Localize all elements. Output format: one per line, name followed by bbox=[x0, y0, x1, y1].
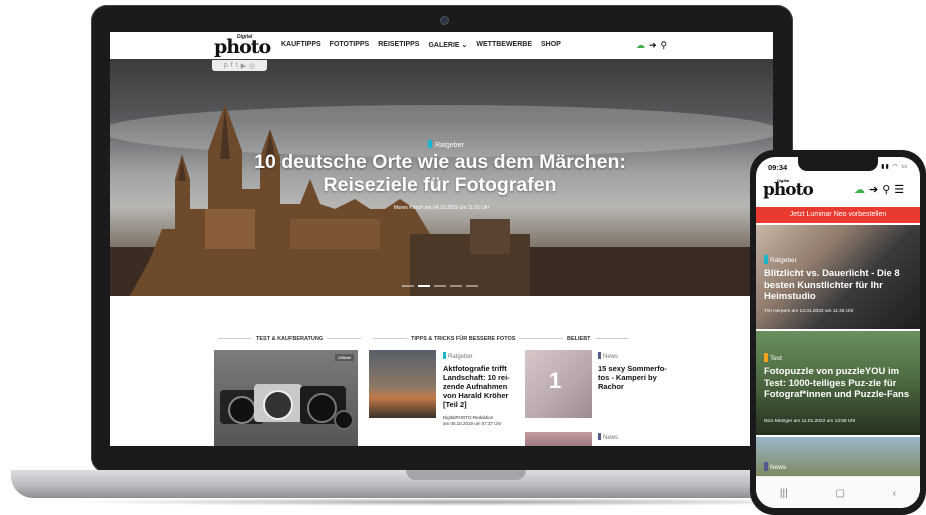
header-icons: ☁ ➔ ⚲ bbox=[636, 40, 667, 50]
nav-item-shop[interactable]: SHOP bbox=[541, 41, 561, 49]
card2-meta: Nico Metzger am 11.01.2022 um 13:55 Uhr bbox=[764, 419, 856, 424]
article4-category-label: News bbox=[603, 435, 619, 441]
category-marker-icon bbox=[764, 353, 768, 362]
mobile-header-icons: ☁ ➔ ⚲ ☰ bbox=[854, 184, 904, 196]
hero-category[interactable]: Ratgeber bbox=[428, 140, 464, 149]
twitter-icon[interactable]: t bbox=[236, 62, 238, 69]
card3-category-label: News bbox=[770, 464, 787, 471]
slider-dot[interactable] bbox=[434, 285, 446, 287]
nav-item-fototipps[interactable]: FOTOTIPPS bbox=[330, 41, 370, 49]
laptop-shadow bbox=[60, 498, 870, 506]
status-time: 09:34 bbox=[768, 163, 788, 172]
cloud-upload-icon[interactable]: ☁ bbox=[636, 40, 645, 50]
nav-item-kauftipps[interactable]: KAUFTIPPS bbox=[281, 41, 321, 49]
slider-dot-active[interactable] bbox=[418, 285, 430, 287]
card1-meta: Tim Herpers am 13.01.2022 um 11:45 Uhr bbox=[764, 309, 854, 314]
article2-date: am 05.10.2019 um 07:37 Uhr bbox=[443, 421, 502, 426]
category-marker-icon bbox=[764, 462, 768, 471]
category-marker-icon bbox=[764, 255, 768, 264]
hero-title[interactable]: 10 deutsche Orte wie aus dem Märchen: Rei… bbox=[200, 151, 680, 197]
card1-category-label: Ratgeber bbox=[770, 257, 797, 264]
mobile-article-card[interactable]: News bbox=[756, 437, 920, 476]
social-bar: p f t ▶ ◎ bbox=[212, 60, 267, 71]
article3-category[interactable]: News bbox=[598, 352, 618, 360]
pinterest-icon[interactable]: p bbox=[224, 62, 228, 69]
beliebt-thumbnail[interactable]: 1 bbox=[525, 350, 592, 418]
promo-banner[interactable]: Jetzt Luminar Neo vorbestellen bbox=[756, 207, 920, 223]
article4-category[interactable]: News bbox=[598, 433, 618, 441]
slider-dot[interactable] bbox=[450, 285, 462, 287]
mobile-article-card[interactable]: Test Fotopuzzle von puzzleYOU im Test: 1… bbox=[756, 331, 920, 435]
article2-title[interactable]: Aktfotografie trifft Landschaft: 10 rei-… bbox=[443, 364, 517, 409]
search-icon[interactable]: ⚲ bbox=[661, 40, 668, 50]
card2-category[interactable]: Test bbox=[764, 353, 782, 362]
desktop-website: Digital photo KAUFTIPPS FOTOTIPPS REISET… bbox=[110, 32, 773, 446]
camera-article-image[interactable]: Affiliate bbox=[214, 350, 358, 446]
landscape-thumbnail[interactable] bbox=[369, 350, 436, 418]
search-icon[interactable]: ⚲ bbox=[882, 184, 890, 196]
article3-category-label: News bbox=[603, 354, 619, 360]
sign-in-icon[interactable]: ➔ bbox=[649, 40, 657, 50]
hero-slider[interactable]: Ratgeber 10 deutsche Orte wie aus dem Mä… bbox=[110, 59, 773, 296]
slider-dot[interactable] bbox=[466, 285, 478, 287]
android-nav-bar: ||| ▢ ‹ bbox=[756, 476, 920, 508]
article4-thumbnail[interactable] bbox=[525, 432, 592, 446]
category-marker-icon bbox=[598, 433, 601, 440]
nav-item-galerie[interactable]: GALERIE ⌄ bbox=[428, 41, 467, 49]
article2-category[interactable]: Ratgeber bbox=[443, 352, 473, 360]
nav-item-wettbewerbe[interactable]: WETTBEWERBE bbox=[476, 41, 532, 49]
mobile-website: 09:34 ▮▮ ◠ ▭ Digital photo ☁ ➔ ⚲ ☰ Jetzt… bbox=[756, 157, 920, 508]
rank-number: 1 bbox=[549, 368, 562, 393]
nav-item-reisetipps[interactable]: REISETIPPS bbox=[378, 41, 419, 49]
section-title-beliebt: BELIEBT bbox=[525, 336, 633, 342]
section-title-test: TEST & KAUFBERATUNG bbox=[214, 336, 365, 342]
category-marker-icon bbox=[598, 352, 601, 359]
sign-in-icon[interactable]: ➔ bbox=[869, 184, 878, 196]
recent-apps-button[interactable]: ||| bbox=[780, 488, 788, 499]
webcam bbox=[440, 16, 449, 25]
cameras-graphic bbox=[220, 384, 354, 430]
hero-title-line2: Reiseziele für Fotografen bbox=[323, 174, 557, 196]
phone-notch bbox=[798, 157, 878, 171]
card2-category-label: Test bbox=[770, 355, 782, 362]
slider-dot[interactable] bbox=[402, 285, 414, 287]
cloud-upload-icon[interactable]: ☁ bbox=[854, 184, 865, 196]
article3-title[interactable]: 15 sexy Sommerfo-tos - Kamperi by Rachor bbox=[598, 364, 668, 391]
main-nav: KAUFTIPPS FOTOTIPPS REISETIPPS GALERIE ⌄… bbox=[281, 41, 561, 49]
card3-category[interactable]: News bbox=[764, 462, 786, 471]
menu-icon[interactable]: ☰ bbox=[894, 184, 904, 196]
youtube-icon[interactable]: ▶ bbox=[241, 62, 246, 70]
hero-title-line1: 10 deutsche Orte wie aus dem Märchen: bbox=[254, 151, 626, 173]
logo-main-text: photo bbox=[763, 180, 814, 200]
status-icons: ▮▮ ◠ ▭ bbox=[881, 164, 908, 170]
laptop-base-notch bbox=[406, 470, 526, 480]
article2-meta: DigitalPHOTO-Redaktion am 05.10.2019 um … bbox=[443, 415, 523, 427]
card1-title[interactable]: Blitzlicht vs. Dauerlicht - Die 8 besten… bbox=[764, 268, 914, 303]
article2-author: DigitalPHOTO-Redaktion bbox=[443, 415, 494, 420]
back-button[interactable]: ‹ bbox=[893, 488, 896, 499]
logo-main-text: photo bbox=[214, 36, 271, 58]
hero-category-label: Ratgeber bbox=[435, 142, 464, 149]
site-header: Digital photo KAUFTIPPS FOTOTIPPS REISET… bbox=[110, 32, 773, 59]
hero-meta: Maren Kirsch am 04.10.2019 um 11:02 Uhr bbox=[393, 205, 490, 211]
card1-category[interactable]: Ratgeber bbox=[764, 255, 797, 264]
category-marker-icon bbox=[443, 352, 446, 359]
home-button[interactable]: ▢ bbox=[835, 488, 844, 499]
facebook-icon[interactable]: f bbox=[231, 62, 233, 69]
slider-dots bbox=[402, 285, 478, 287]
card2-title[interactable]: Fotopuzzle von puzzleYOU im Test: 1000-t… bbox=[764, 366, 914, 401]
mobile-article-card[interactable]: Ratgeber Blitzlicht vs. Dauerlicht - Die… bbox=[756, 225, 920, 329]
category-marker-icon bbox=[428, 140, 432, 148]
article2-category-label: Ratgeber bbox=[448, 354, 473, 360]
instagram-icon[interactable]: ◎ bbox=[249, 62, 255, 70]
